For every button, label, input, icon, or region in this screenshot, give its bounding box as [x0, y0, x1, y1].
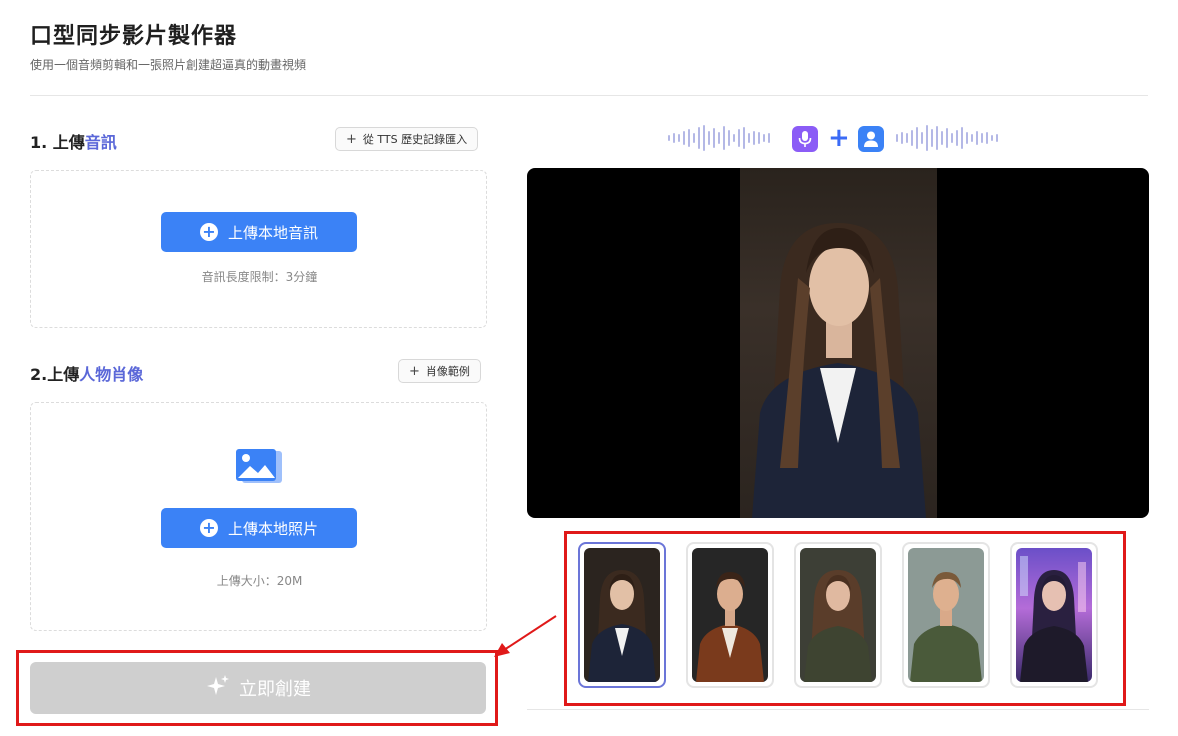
plus-icon: +	[409, 363, 420, 379]
video-portrait-image	[740, 168, 937, 518]
waveform-icon	[896, 124, 998, 152]
waveform-icon	[668, 124, 770, 152]
plus-circle-icon: +	[199, 519, 218, 537]
photo-size-hint: 上傳大小：20M	[216, 574, 303, 588]
audio-section-title: 1. 上傳音訊	[30, 129, 117, 153]
highlight-box-samples	[564, 531, 1126, 706]
import-tts-history-button[interactable]: + 從 TTS 歷史記錄匯入	[335, 127, 479, 151]
portrait-example-button[interactable]: + 肖像範例	[398, 359, 481, 383]
plus-circle-icon: +	[199, 223, 218, 241]
bottom-divider	[527, 709, 1149, 710]
portrait-title-prefix: 2.上傳	[30, 365, 80, 384]
person-icon	[858, 126, 884, 152]
audio-title-accent: 音訊	[84, 133, 117, 152]
audio-title-prefix: 1. 上傳	[30, 133, 85, 152]
header-divider	[30, 95, 1148, 96]
image-icon	[234, 447, 284, 487]
upload-audio-label: 上傳本地音訊	[227, 223, 318, 242]
annotation-arrow	[494, 615, 557, 657]
video-preview[interactable]	[527, 168, 1149, 518]
import-tts-label: 從 TTS 歷史記錄匯入	[362, 133, 468, 146]
microphone-icon	[792, 126, 818, 152]
portrait-section-title: 2.上傳人物肖像	[30, 361, 143, 385]
portrait-example-label: 肖像範例	[425, 365, 470, 378]
audio-limit-hint: 音訊長度限制：3分鐘	[201, 270, 318, 284]
page-subtitle: 使用一個音頻剪輯和一張照片創建超逼真的動畫視頻	[30, 58, 307, 72]
upload-audio-button[interactable]: + 上傳本地音訊	[161, 212, 357, 252]
photo-dropzone[interactable]: + 上傳本地照片 上傳大小：20M	[30, 402, 487, 631]
plus-icon: +	[828, 123, 850, 153]
highlight-box-create	[16, 650, 498, 726]
plus-icon: +	[346, 131, 357, 147]
portrait-title-accent: 人物肖像	[79, 365, 144, 384]
upload-photo-label: 上傳本地照片	[227, 519, 318, 538]
page-title: 口型同步影片製作器	[30, 24, 238, 49]
audio-dropzone[interactable]: + 上傳本地音訊 音訊長度限制：3分鐘	[30, 170, 487, 328]
upload-photo-button[interactable]: + 上傳本地照片	[161, 508, 357, 548]
